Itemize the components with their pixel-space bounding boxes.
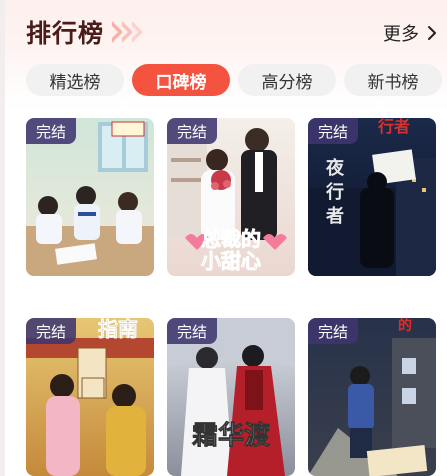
tab-high-score[interactable]: 高分榜 xyxy=(238,64,336,96)
svg-text:夜: 夜 xyxy=(325,157,345,179)
svg-text:的: 的 xyxy=(398,318,412,334)
status-badge: 完结 xyxy=(308,318,359,344)
title-decoration-chevrons-icon xyxy=(112,21,144,43)
book-card[interactable]: 霜华渡 完结 xyxy=(167,318,295,476)
more-label: 更多 xyxy=(383,24,419,45)
svg-text:行: 行 xyxy=(325,181,344,203)
ranking-header: 排行榜 xyxy=(26,14,144,50)
status-badge: 完结 xyxy=(26,318,77,344)
cover-title: 霜华渡 xyxy=(192,420,271,451)
status-badge: 完结 xyxy=(26,118,77,144)
book-card[interactable]: 夜 行 者 行者 完结 xyxy=(308,118,436,276)
cover-title-bottom: 小甜心 xyxy=(201,249,261,273)
book-card[interactable]: 总裁的 小甜心 完结 xyxy=(167,118,295,276)
ranking-tabs: 精选榜 口碑榜 高分榜 新书榜 xyxy=(26,64,442,96)
book-card[interactable]: 的 完结 xyxy=(308,318,436,476)
chevron-right-icon xyxy=(428,26,436,40)
cover-title: 指南 xyxy=(98,318,138,341)
ranking-page: 排行榜 更多 精选榜 口碑榜 高分榜 新书榜 完结 总裁的 小甜心 完结 夜 行… xyxy=(0,0,447,476)
tab-reputation[interactable]: 口碑榜 xyxy=(132,64,230,96)
book-card[interactable]: 指南 完结 xyxy=(26,318,154,476)
tab-new-books[interactable]: 新书榜 xyxy=(344,64,442,96)
left-edge-strip xyxy=(0,0,5,476)
status-badge: 完结 xyxy=(167,118,218,144)
section-title: 排行榜 xyxy=(26,19,105,48)
status-badge: 完结 xyxy=(308,118,359,144)
tab-featured[interactable]: 精选榜 xyxy=(26,64,124,96)
more-link[interactable]: 更多 xyxy=(383,20,437,46)
svg-text:行者: 行者 xyxy=(377,118,410,136)
svg-text:者: 者 xyxy=(325,206,344,227)
status-badge: 完结 xyxy=(167,318,218,344)
book-card[interactable]: 完结 xyxy=(26,118,154,276)
cover-title-top: 总裁的 xyxy=(201,227,261,251)
